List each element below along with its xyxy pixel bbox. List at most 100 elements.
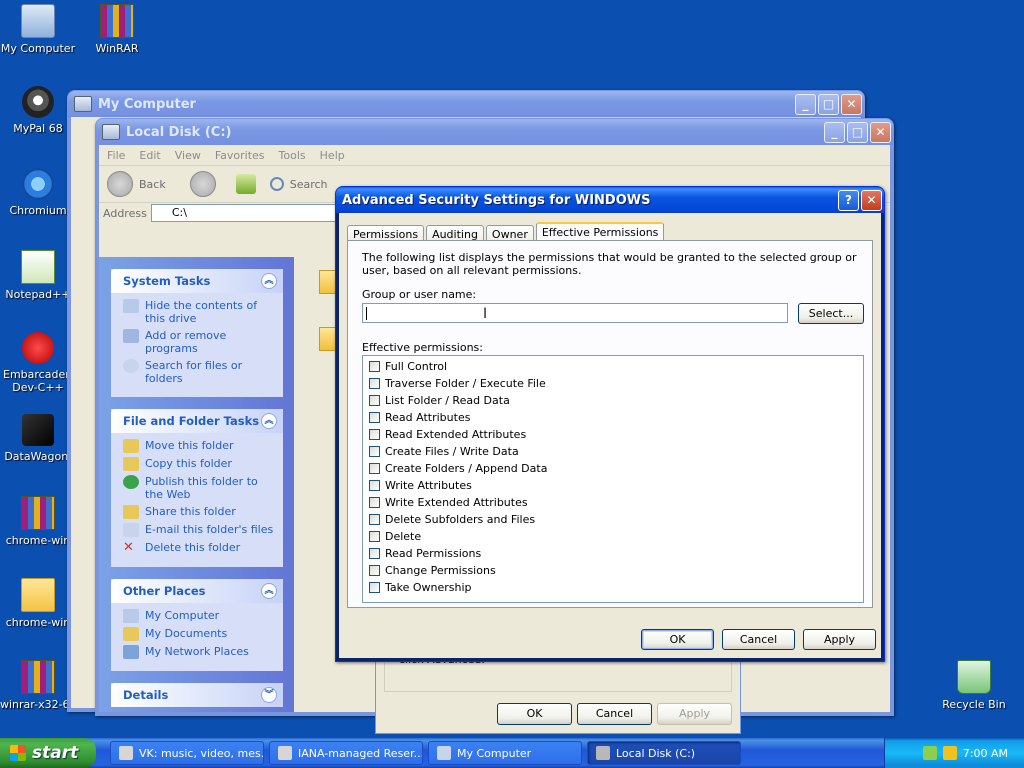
forward-arrow-icon[interactable] xyxy=(189,171,216,197)
explorer-titlebar[interactable]: Local Disk (C:) _ □ ✕ xyxy=(96,119,893,145)
place-my-documents[interactable]: My Documents xyxy=(123,627,275,641)
programs-icon xyxy=(123,329,139,343)
clock[interactable]: 7:00 AM xyxy=(963,747,1008,760)
perm-list-folder[interactable]: List Folder / Read Data xyxy=(363,392,863,409)
menu-tools[interactable]: Tools xyxy=(279,149,306,162)
perm-create-files[interactable]: Create Files / Write Data xyxy=(363,443,863,460)
ok-button[interactable]: OK xyxy=(641,629,714,650)
task-move-folder[interactable]: Move this folder xyxy=(123,439,275,453)
desktop-icon-chrome-win-2[interactable]: chrome-win xyxy=(0,578,76,629)
mypal-icon xyxy=(22,86,54,118)
help-button[interactable]: ? xyxy=(838,189,859,211)
perm-read-attributes[interactable]: Read Attributes xyxy=(363,409,863,426)
address-label: Address xyxy=(103,206,147,220)
task-search-files[interactable]: Search for files or folders xyxy=(123,359,275,385)
desktop-icon-recycle-bin[interactable]: Recycle Bin xyxy=(936,660,1012,711)
task-copy-folder[interactable]: Copy this folder xyxy=(123,457,275,471)
place-my-computer[interactable]: My Computer xyxy=(123,609,275,623)
network-tray-icon[interactable] xyxy=(922,746,937,760)
menu-file[interactable]: File xyxy=(107,149,125,162)
menu-favorites[interactable]: Favorites xyxy=(215,149,265,162)
task-my-computer[interactable]: My Computer xyxy=(428,741,582,765)
search-button[interactable]: Search xyxy=(290,178,328,191)
ok-button[interactable]: OK xyxy=(497,703,572,725)
task-vk[interactable]: VK: music, video, mes... xyxy=(110,741,264,765)
apply-button[interactable]: Apply xyxy=(803,629,876,650)
checkbox-icon xyxy=(369,565,380,576)
back-arrow-icon[interactable] xyxy=(107,171,133,197)
security-shield-icon[interactable] xyxy=(942,746,957,760)
ibeam-cursor-icon: I xyxy=(483,306,488,322)
desktop-icon-devcpp[interactable]: Embarcadero Dev-C++ xyxy=(0,332,76,394)
hide-icon xyxy=(123,299,139,313)
advanced-security-dialog[interactable]: Advanced Security Settings for WINDOWS ?… xyxy=(335,186,885,662)
up-folder-icon[interactable] xyxy=(235,174,256,194)
perm-change-permissions[interactable]: Change Permissions xyxy=(363,562,863,579)
place-my-network[interactable]: My Network Places xyxy=(123,645,275,659)
desktop-icon-chromium[interactable]: Chromium xyxy=(0,168,76,217)
task-publish-folder[interactable]: Publish this folder to the Web xyxy=(123,475,275,501)
apply-button[interactable]: Apply xyxy=(657,703,732,725)
perm-full-control[interactable]: Full Control xyxy=(363,358,863,375)
perm-delete-subfolders[interactable]: Delete Subfolders and Files xyxy=(363,511,863,528)
group-user-input[interactable]: I xyxy=(362,303,788,323)
perm-write-attributes[interactable]: Write Attributes xyxy=(363,477,863,494)
select-button[interactable]: Select... xyxy=(798,303,864,324)
computer-icon xyxy=(21,4,55,38)
menu-view[interactable]: View xyxy=(175,149,201,162)
cancel-button[interactable]: Cancel xyxy=(722,629,795,650)
task-delete-folder[interactable]: ✕ Delete this folder xyxy=(123,541,275,555)
chevron-up-icon[interactable]: ︽ xyxy=(261,583,277,599)
chevron-up-icon[interactable]: ︽ xyxy=(261,273,277,289)
start-button[interactable]: start xyxy=(0,738,96,768)
group-user-label: Group or user name: xyxy=(362,288,477,301)
chevron-down-icon[interactable]: ︾ xyxy=(261,687,277,703)
panel-header[interactable]: System Tasks ︽ xyxy=(111,269,283,293)
desktop-icon-my-computer[interactable]: My Computer xyxy=(0,4,76,55)
maximize-button[interactable]: □ xyxy=(818,93,839,115)
maximize-button[interactable]: □ xyxy=(847,121,868,143)
task-local-disk[interactable]: Local Disk (C:) xyxy=(587,741,741,765)
checkbox-icon xyxy=(369,463,380,474)
minimize-button[interactable]: _ xyxy=(824,121,845,143)
desktop-icon-winrar-x32[interactable]: winrar-x32-611 xyxy=(0,660,76,711)
desktop-icon-datawagon[interactable]: DataWagon. xyxy=(0,414,76,463)
menu-edit[interactable]: Edit xyxy=(139,149,160,162)
desktop-icon-notepadpp[interactable]: Notepad++ xyxy=(0,250,76,301)
close-button[interactable]: ✕ xyxy=(861,189,882,211)
back-button[interactable]: Back xyxy=(139,178,166,191)
panel-header[interactable]: Details ︾ xyxy=(111,683,283,707)
perm-write-extended-attributes[interactable]: Write Extended Attributes xyxy=(363,494,863,511)
perm-read-permissions[interactable]: Read Permissions xyxy=(363,545,863,562)
chevron-up-icon[interactable]: ︽ xyxy=(261,413,277,429)
file-folder-tasks-panel: File and Folder Tasks ︽ Move this folder … xyxy=(111,409,283,567)
task-share-folder[interactable]: Share this folder xyxy=(123,505,275,519)
my-computer-titlebar[interactable]: My Computer _ □ ✕ xyxy=(68,91,864,117)
perm-delete[interactable]: Delete xyxy=(363,528,863,545)
task-email-files[interactable]: E-mail this folder's files xyxy=(123,523,275,537)
desktop-icon-winrar[interactable]: WinRAR xyxy=(79,4,155,55)
task-iana[interactable]: IANA-managed Reser... xyxy=(269,741,423,765)
desktop-icon-mypal[interactable]: MyPal 68 xyxy=(0,86,76,135)
perm-create-folders[interactable]: Create Folders / Append Data xyxy=(363,460,863,477)
effective-permissions-label: Effective permissions: xyxy=(362,341,483,354)
cancel-button[interactable]: Cancel xyxy=(577,703,652,725)
checkbox-icon xyxy=(369,480,380,491)
minimize-button[interactable]: _ xyxy=(795,93,816,115)
perm-traverse-folder[interactable]: Traverse Folder / Execute File xyxy=(363,375,863,392)
panel-header[interactable]: Other Places ︽ xyxy=(111,579,283,603)
panel-header[interactable]: File and Folder Tasks ︽ xyxy=(111,409,283,433)
checkbox-icon xyxy=(369,497,380,508)
network-icon xyxy=(123,645,139,659)
recycle-bin-icon xyxy=(957,660,991,694)
perm-read-extended-attributes[interactable]: Read Extended Attributes xyxy=(363,426,863,443)
task-hide-contents[interactable]: Hide the contents of this drive xyxy=(123,299,275,325)
task-add-remove-programs[interactable]: Add or remove programs xyxy=(123,329,275,355)
dialog-titlebar[interactable]: Advanced Security Settings for WINDOWS ?… xyxy=(336,187,884,213)
perm-take-ownership[interactable]: Take Ownership xyxy=(363,579,863,596)
desktop-icon-chrome-win-1[interactable]: chrome-win xyxy=(0,496,76,547)
close-button[interactable]: ✕ xyxy=(870,121,891,143)
menu-help[interactable]: Help xyxy=(320,149,345,162)
close-button[interactable]: ✕ xyxy=(841,93,862,115)
system-tray: 7:00 AM xyxy=(884,738,1024,768)
